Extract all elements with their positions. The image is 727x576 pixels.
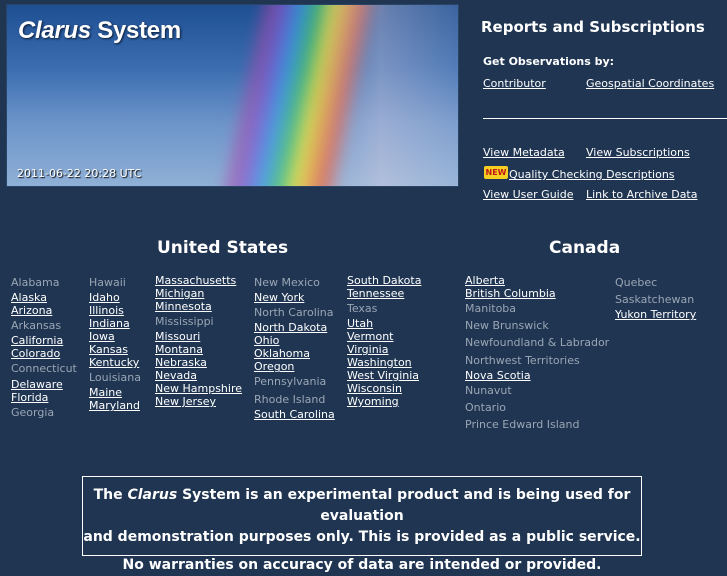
- view-metadata-link[interactable]: View Metadata: [483, 146, 565, 159]
- new-badge-icon: NEW: [484, 166, 508, 179]
- state-connecticut: Connecticut: [11, 362, 77, 376]
- state-illinois[interactable]: Illinois: [89, 304, 141, 317]
- us-column-5: South Dakota Tennessee Texas Utah Vermont Vir…: [347, 274, 421, 408]
- us-column-1: Alabama Alaska Arizona Arkansas California Co…: [11, 274, 77, 421]
- state-west-virginia[interactable]: West Virginia: [347, 369, 421, 382]
- state-north-carolina: North Carolina: [254, 306, 334, 320]
- state-arkansas: Arkansas: [11, 319, 62, 333]
- province-saskatchewan: Saskatchewan: [615, 293, 695, 307]
- province-northwest-territories: Northwest Territories: [465, 353, 580, 367]
- state-nebraska[interactable]: Nebraska: [155, 356, 242, 369]
- state-mississippi: Mississippi: [155, 315, 214, 328]
- observations-label: Get Observations by:: [483, 55, 615, 68]
- state-oklahoma[interactable]: Oklahoma: [254, 347, 335, 360]
- canada-column-2: Quebec Saskatchewan Yukon Territory: [615, 274, 696, 321]
- state-maryland[interactable]: Maryland: [89, 399, 141, 412]
- state-texas: Texas: [347, 302, 378, 315]
- state-arizona[interactable]: Arizona: [11, 304, 77, 317]
- province-manitoba: Manitoba: [465, 302, 517, 315]
- province-newfoundland-and-labrador: Newfoundland & Labrador: [465, 336, 610, 350]
- state-virginia[interactable]: Virginia: [347, 343, 421, 356]
- state-tennessee[interactable]: Tennessee: [347, 287, 421, 300]
- sky-glow: [317, 5, 458, 186]
- province-ontario: Ontario: [465, 400, 506, 414]
- state-minnesota[interactable]: Minnesota: [155, 300, 242, 313]
- state-utah[interactable]: Utah: [347, 317, 421, 330]
- province-new-brunswick: New Brunswick: [465, 319, 549, 333]
- state-new-jersey[interactable]: New Jersey: [155, 395, 242, 408]
- state-nevada[interactable]: Nevada: [155, 369, 242, 382]
- province-quebec: Quebec: [615, 276, 658, 289]
- state-maine[interactable]: Maine: [89, 386, 141, 399]
- state-hawaii: Hawaii: [89, 276, 126, 289]
- panel-divider: [483, 118, 727, 119]
- state-new-mexico: New Mexico: [254, 276, 320, 289]
- state-georgia: Georgia: [11, 405, 55, 419]
- state-california[interactable]: California: [11, 334, 77, 347]
- state-kentucky[interactable]: Kentucky: [89, 356, 141, 369]
- us-heading: United States: [157, 238, 289, 258]
- site-title-suffix: System: [97, 17, 181, 44]
- province-prince-edward-island: Prince Edward Island: [465, 418, 580, 432]
- state-massachusetts[interactable]: Massachusetts: [155, 274, 242, 287]
- state-delaware[interactable]: Delaware: [11, 378, 77, 391]
- state-south-dakota[interactable]: South Dakota: [347, 274, 421, 287]
- state-montana[interactable]: Montana: [155, 343, 242, 356]
- disclaimer-text-1: System is an experimental product and is…: [182, 487, 631, 524]
- province-yukon-territory[interactable]: Yukon Territory: [615, 308, 696, 321]
- banner-image: Clarus System 2011-06-22 20:28 UTC: [6, 4, 459, 187]
- disclaimer-brand: Clarus: [127, 487, 178, 503]
- view-subscriptions-link[interactable]: View Subscriptions: [586, 146, 690, 159]
- state-new-hampshire[interactable]: New Hampshire: [155, 382, 242, 395]
- state-north-dakota[interactable]: North Dakota: [254, 321, 335, 334]
- archive-data-link[interactable]: Link to Archive Data: [586, 188, 697, 201]
- state-iowa[interactable]: Iowa: [89, 330, 141, 343]
- state-wisconsin[interactable]: Wisconsin: [347, 382, 421, 395]
- state-washington[interactable]: Washington: [347, 356, 421, 369]
- state-indiana[interactable]: Indiana: [89, 317, 141, 330]
- state-kansas[interactable]: Kansas: [89, 343, 141, 356]
- state-florida[interactable]: Florida: [11, 391, 77, 404]
- state-ohio[interactable]: Ohio: [254, 334, 335, 347]
- quality-checking-link[interactable]: Quality Checking Descriptions: [509, 168, 675, 181]
- state-wyoming[interactable]: Wyoming: [347, 395, 421, 408]
- state-rhode-island: Rhode Island: [254, 392, 326, 406]
- geospatial-coordinates-link[interactable]: Geospatial Coordinates: [586, 77, 714, 90]
- state-missouri[interactable]: Missouri: [155, 330, 242, 343]
- us-column-4: New Mexico New York North Carolina North Da…: [254, 274, 335, 421]
- canada-column-1: Alberta British Columbia Manitoba New Bruns…: [465, 274, 609, 433]
- site-title-brand: Clarus: [18, 17, 91, 44]
- state-alabama: Alabama: [11, 276, 60, 289]
- us-column-2: Hawaii Idaho Illinois Indiana Iowa Kansas Kent…: [89, 274, 141, 412]
- state-new-york[interactable]: New York: [254, 291, 335, 304]
- state-alaska[interactable]: Alaska: [11, 291, 77, 304]
- site-title: Clarus System: [18, 17, 181, 45]
- state-oregon[interactable]: Oregon: [254, 360, 335, 373]
- canada-heading: Canada: [549, 238, 621, 258]
- province-nunavut: Nunavut: [465, 383, 512, 397]
- state-colorado[interactable]: Colorado: [11, 347, 77, 360]
- disclaimer-prefix: The: [93, 487, 123, 503]
- state-idaho[interactable]: Idaho: [89, 291, 141, 304]
- state-louisiana: Louisiana: [89, 371, 141, 385]
- us-column-3: Massachusetts Michigan Minnesota Mississipp…: [155, 274, 242, 408]
- state-vermont[interactable]: Vermont: [347, 330, 421, 343]
- state-michigan[interactable]: Michigan: [155, 287, 242, 300]
- reports-heading: Reports and Subscriptions: [481, 18, 705, 36]
- contributor-link[interactable]: Contributor: [483, 77, 546, 90]
- disclaimer-line-3: No warranties on accuracy of data are in…: [122, 557, 602, 573]
- province-british-columbia[interactable]: British Columbia: [465, 287, 609, 300]
- state-south-carolina[interactable]: South Carolina: [254, 408, 335, 421]
- disclaimer-line-1: The Clarus System is an experimental pro…: [83, 485, 641, 527]
- state-pennsylvania: Pennsylvania: [254, 375, 327, 389]
- user-guide-link[interactable]: View User Guide: [483, 188, 573, 201]
- disclaimer-box: The Clarus System is an experimental pro…: [82, 476, 642, 573]
- banner-timestamp: 2011-06-22 20:28 UTC: [17, 167, 142, 180]
- province-alberta[interactable]: Alberta: [465, 274, 609, 287]
- province-nova-scotia[interactable]: Nova Scotia: [465, 369, 609, 382]
